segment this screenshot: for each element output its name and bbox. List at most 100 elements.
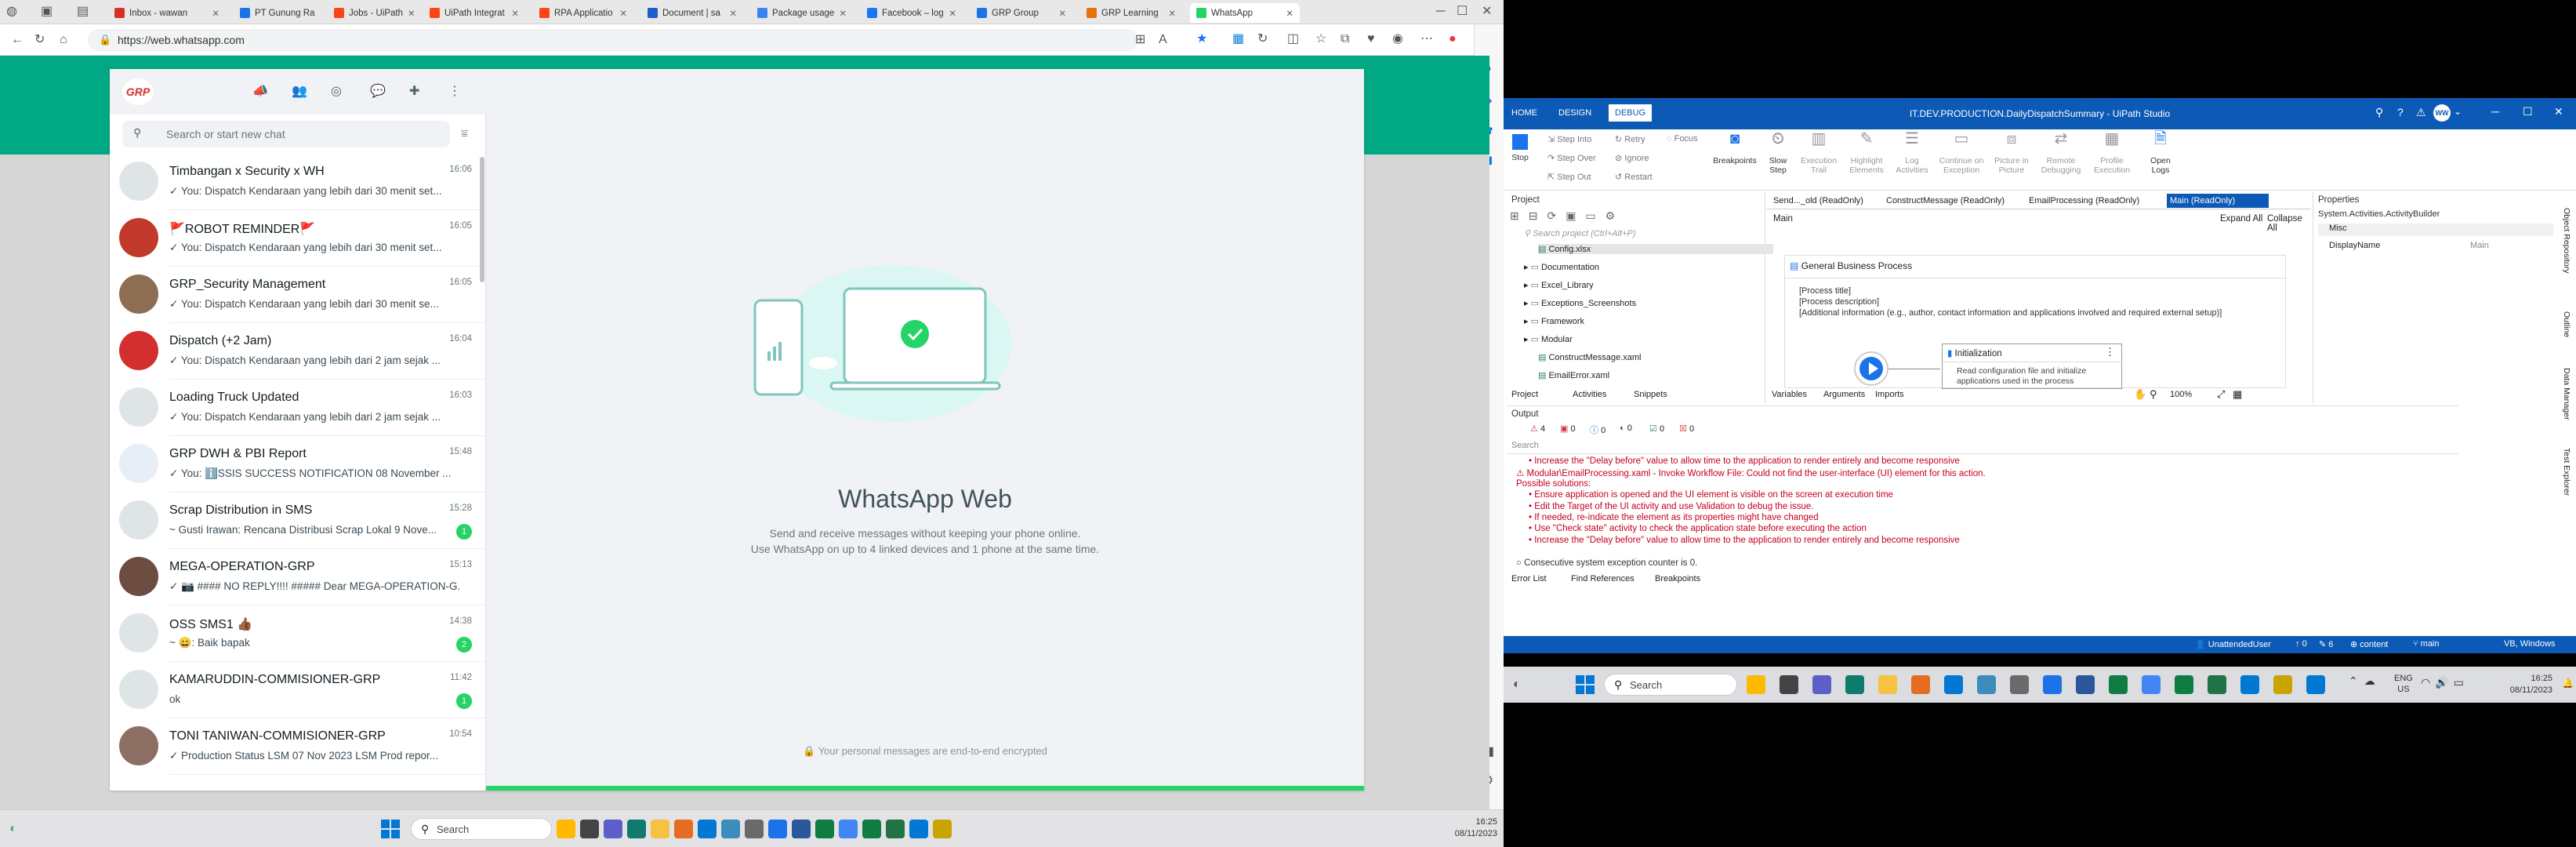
chevron-right-icon[interactable]: ▸ <box>1524 299 1531 308</box>
close-icon[interactable]: ✕ <box>315 8 321 19</box>
overview-icon[interactable]: ▦ <box>2233 388 2242 401</box>
back-icon[interactable]: ← <box>11 32 24 48</box>
user-avatar[interactable]: WW <box>2433 104 2451 122</box>
taskbar-app-icon[interactable] <box>2273 675 2292 694</box>
side-tab[interactable]: Test Explorer <box>2562 448 2571 496</box>
chat-list-item[interactable]: OSS SMS1 👍🏾 14:38 ~ 😄: Baik bapak 2 <box>110 605 486 662</box>
favorites-icon[interactable]: ☆ <box>1315 31 1326 47</box>
output-filter[interactable]: ☑ 0 <box>1649 424 1664 434</box>
taskbar-app-icon[interactable] <box>815 820 834 838</box>
output-filter[interactable]: ⚠ 4 <box>1530 424 1545 434</box>
close-icon[interactable]: ✕ <box>1281 8 1293 19</box>
taskbar-app-icon[interactable] <box>792 820 811 838</box>
clock[interactable]: 16:25 08/11/2023 <box>2498 673 2552 696</box>
ignore-button[interactable]: ⊘ Ignore <box>1615 153 1649 163</box>
taskbar-app-icon[interactable] <box>1977 675 1996 694</box>
misc-category[interactable]: Misc <box>2318 224 2553 236</box>
close-icon[interactable]: ✕ <box>403 8 415 19</box>
project-search[interactable]: ⚲ Search project (Ctrl+Alt+P) <box>1510 228 1761 238</box>
stop-button[interactable]: Stop <box>1508 134 1532 162</box>
chat-list-item[interactable]: Timbangan x Security x WH 16:06 ✓ You: Dis… <box>110 154 486 210</box>
document-tab[interactable]: Send..._old (ReadOnly) <box>1770 194 1880 208</box>
weather-icon[interactable]: ◐ <box>9 821 17 837</box>
start-icon[interactable] <box>381 820 400 838</box>
close-icon[interactable]: ✕ <box>1163 8 1176 19</box>
panel-tab-project[interactable]: Project <box>1511 390 1538 399</box>
taskbar-app-icon[interactable] <box>886 820 905 838</box>
highlight-elements-button[interactable]: ✎ Highlight Elements <box>1844 131 1889 175</box>
browser-tab[interactable]: WhatsApp ✕ <box>1190 3 1300 23</box>
close-icon[interactable]: ✕ <box>506 8 519 19</box>
extension-icon[interactable]: ▦ <box>1232 31 1244 47</box>
more-icon[interactable]: ⋮ <box>2105 346 2115 358</box>
execution-trail-button[interactable]: ▥ Execution Trail <box>1797 131 1841 175</box>
close-icon[interactable]: ✕ <box>1054 8 1066 19</box>
output-tab[interactable]: Error List <box>1511 574 1547 583</box>
taskbar-app-icon[interactable] <box>651 820 669 838</box>
taskbar-app-icon[interactable] <box>721 820 740 838</box>
log-activities-button[interactable]: ☰ Log Activities <box>1892 131 1932 175</box>
minimize-icon[interactable]: ─ <box>2491 105 2499 118</box>
close-icon[interactable]: ✕ <box>724 8 737 19</box>
profile-icon[interactable]: ◍ <box>6 4 17 20</box>
browser-tab[interactable]: Jobs - UiPath ✕ <box>328 3 415 23</box>
notification-bell-icon[interactable]: 🔔 <box>2562 678 2574 689</box>
taskbar-app-icon[interactable] <box>1845 675 1864 694</box>
taskbar-app-icon[interactable] <box>2306 675 2325 694</box>
start-icon[interactable] <box>1576 675 1595 694</box>
tree-item[interactable]: ▸ ▭ Exceptions_Screenshots <box>1524 298 1636 308</box>
picture-in-picture-button[interactable]: ⧈ Picture in Picture <box>1990 131 2034 175</box>
display-name-field[interactable]: Main <box>2470 241 2489 250</box>
taskbar-app-icon[interactable] <box>1812 675 1831 694</box>
workspaces-icon[interactable]: ▣ <box>41 4 53 20</box>
taskbar-search[interactable]: ⚲ Search <box>411 818 552 840</box>
chevron-right-icon[interactable]: ▸ <box>1524 281 1531 290</box>
browser-tab[interactable]: Document | sa ✕ <box>641 3 743 23</box>
pan-icon[interactable]: ✋ <box>2134 388 2146 401</box>
output-search[interactable]: Search <box>1511 441 1539 450</box>
initialization-state[interactable]: ▮ Initialization ⋮ Read configuration fi… <box>1942 344 2123 389</box>
taskbar-app-icon[interactable] <box>839 820 858 838</box>
user-status[interactable]: 👤 UnattendedUser <box>2195 639 2271 649</box>
status-warnings[interactable]: ✎ 6 <box>2319 639 2333 649</box>
status-branch[interactable]: ⑂ main <box>2413 639 2440 649</box>
refresh-icon[interactable]: ↻ <box>34 32 45 48</box>
focus-button[interactable]: ◌ Focus <box>1667 134 1698 144</box>
chat-list-item[interactable]: GRP DWH & PBI Report 15:48 ✓ You: ℹ️SSIS S… <box>110 436 486 493</box>
taskbar-app-icon[interactable] <box>1878 675 1897 694</box>
output-tab[interactable]: Breakpoints <box>1655 574 1700 583</box>
tree-item[interactable]: ▸ ▭ Excel_Library <box>1524 280 1594 290</box>
chevron-down-icon[interactable]: ⌄ <box>2454 106 2462 117</box>
help-icon[interactable]: ? <box>2397 106 2404 118</box>
close-icon[interactable]: ✕ <box>2554 105 2563 118</box>
side-tab[interactable]: Object Repository <box>2562 208 2571 273</box>
taskbar-app-icon[interactable] <box>1747 675 1765 694</box>
chat-list-item[interactable]: MEGA-OPERATION-GRP 15:13 ✓ 📷 #### NO REPLY… <box>110 549 486 605</box>
step-into-button[interactable]: ⇲ Step Into <box>1547 134 1591 144</box>
chevron-right-icon[interactable]: ▸ <box>1524 317 1531 326</box>
taskbar-app-icon[interactable] <box>557 820 575 838</box>
network-volume-battery-icons[interactable]: ◠🔊▭ <box>2421 676 2469 689</box>
tray-icons[interactable]: ⌃☁ <box>2349 674 2382 688</box>
taskbar-app-icon[interactable] <box>698 820 717 838</box>
output-tab[interactable]: Find References <box>1571 574 1634 583</box>
profile-execution-button[interactable]: ▦ Profile Execution <box>2088 131 2135 175</box>
browser-tab[interactable]: RPA Applicatio ✕ <box>533 3 633 23</box>
taskbar-app-icon[interactable] <box>745 820 764 838</box>
split-screen-icon[interactable]: ◫ <box>1287 31 1299 47</box>
taskbar-app-icon[interactable] <box>2109 675 2128 694</box>
chat-list-item[interactable]: Scrap Distribution in SMS 15:28 ~ Gusti Ir… <box>110 493 486 549</box>
performance-icon[interactable]: ♥ <box>1367 31 1375 47</box>
continue-on-exception-button[interactable]: ▭ Continue on Exception <box>1936 131 1986 175</box>
output-filter[interactable]: ▣ 0 <box>1560 424 1576 434</box>
chat-list-item[interactable]: TONI TANIWAN-COMMISIONER-GRP 10:54 ✓ Produ… <box>110 718 486 775</box>
taskbar-app-icon[interactable] <box>580 820 599 838</box>
search-box[interactable]: ⚲ Search or start new chat <box>122 121 450 147</box>
taskbar-app-icon[interactable] <box>2043 675 2062 694</box>
taskbar-app-icon[interactable] <box>2142 675 2161 694</box>
taskbar-app-icon[interactable] <box>2240 675 2259 694</box>
browser-tab[interactable]: PT Gunung Ra✕ <box>234 3 320 23</box>
menu-icon[interactable]: ⋮ <box>448 84 461 100</box>
breadcrumb[interactable]: Main <box>1773 214 1793 224</box>
browser-tab[interactable]: Inbox - wawan ✕ <box>108 3 226 23</box>
